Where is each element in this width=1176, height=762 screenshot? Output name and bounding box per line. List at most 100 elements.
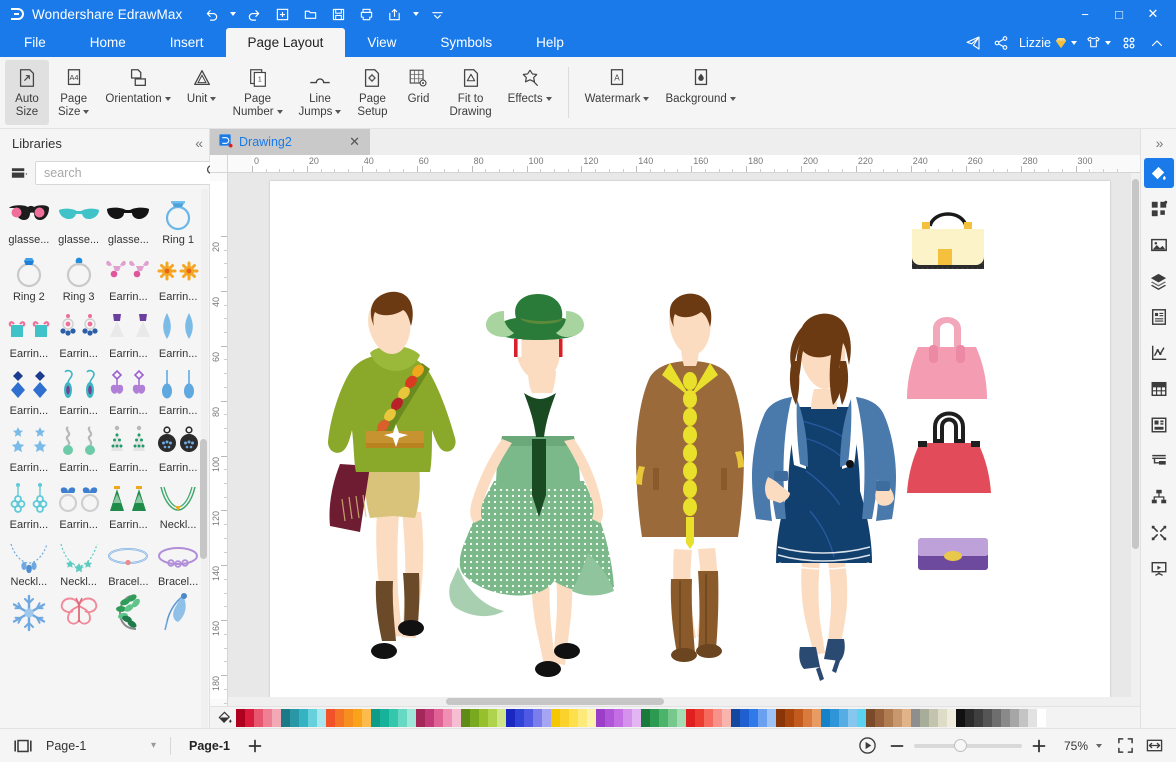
fill-style-icon[interactable] bbox=[1144, 158, 1174, 188]
presentation-panel-icon[interactable] bbox=[1144, 554, 1174, 584]
page-tab-page-1[interactable]: Page-1 bbox=[181, 736, 238, 756]
export-share-icon[interactable] bbox=[381, 2, 407, 26]
color-swatch[interactable] bbox=[992, 709, 1001, 727]
close-button[interactable]: ✕ bbox=[1136, 0, 1170, 28]
table-panel-icon[interactable] bbox=[1144, 374, 1174, 404]
canvas-area[interactable] bbox=[228, 173, 1140, 706]
ribbon-page-number[interactable]: 1 Page Number bbox=[226, 60, 290, 125]
color-swatch[interactable] bbox=[551, 709, 560, 727]
image-panel-icon[interactable] bbox=[1144, 230, 1174, 260]
page-select-dropdown[interactable]: Page-1 ▾ bbox=[42, 736, 160, 756]
list-item[interactable]: Earrin... bbox=[4, 419, 54, 476]
color-swatch[interactable] bbox=[740, 709, 749, 727]
color-swatch[interactable] bbox=[398, 709, 407, 727]
list-item[interactable]: Earrin... bbox=[104, 248, 154, 305]
color-swatch[interactable] bbox=[659, 709, 668, 727]
list-item[interactable]: Bracel... bbox=[153, 533, 203, 590]
collapse-left-panel-icon[interactable]: « bbox=[195, 135, 201, 151]
color-swatch[interactable] bbox=[578, 709, 587, 727]
color-swatch[interactable] bbox=[533, 709, 542, 727]
list-item[interactable]: Ring 2 bbox=[4, 248, 54, 305]
minimize-button[interactable]: − bbox=[1068, 0, 1102, 28]
color-swatch[interactable] bbox=[461, 709, 470, 727]
tab-file[interactable]: File bbox=[2, 28, 68, 57]
color-swatch[interactable] bbox=[965, 709, 974, 727]
color-swatch[interactable] bbox=[614, 709, 623, 727]
color-swatch[interactable] bbox=[713, 709, 722, 727]
color-swatch[interactable] bbox=[821, 709, 830, 727]
ribbon-page-setup[interactable]: Page Setup bbox=[350, 60, 394, 125]
fit-page-icon[interactable] bbox=[1114, 734, 1137, 757]
color-swatch[interactable] bbox=[623, 709, 632, 727]
list-item[interactable]: Ring 3 bbox=[54, 248, 104, 305]
undo-icon[interactable] bbox=[198, 2, 224, 26]
figure-brown-coat[interactable] bbox=[636, 294, 744, 662]
color-swatch[interactable] bbox=[317, 709, 326, 727]
ribbon-unit[interactable]: Unit bbox=[180, 60, 224, 125]
color-swatch[interactable] bbox=[875, 709, 884, 727]
handbag-red[interactable] bbox=[907, 414, 991, 494]
color-swatch[interactable] bbox=[326, 709, 335, 727]
color-swatch[interactable] bbox=[902, 709, 911, 727]
list-item[interactable] bbox=[54, 590, 104, 635]
tab-help[interactable]: Help bbox=[514, 28, 586, 57]
color-swatch[interactable] bbox=[272, 709, 281, 727]
export-caret-icon[interactable] bbox=[409, 2, 422, 26]
ruler-corner[interactable] bbox=[210, 155, 228, 173]
color-swatch[interactable] bbox=[587, 709, 596, 727]
library-category-icon[interactable] bbox=[8, 163, 31, 183]
horizontal-ruler[interactable]: 0204060801001201401601802002202402602803… bbox=[228, 155, 1140, 173]
color-swatch[interactable] bbox=[641, 709, 650, 727]
color-swatch[interactable] bbox=[947, 709, 956, 727]
color-swatch[interactable] bbox=[956, 709, 965, 727]
color-swatch[interactable] bbox=[308, 709, 317, 727]
zoom-level-value[interactable]: 75% bbox=[1056, 739, 1088, 753]
canvas-vertical-scrollbar[interactable] bbox=[1131, 173, 1140, 706]
paint-bucket-icon[interactable] bbox=[212, 707, 236, 729]
color-swatch[interactable] bbox=[848, 709, 857, 727]
color-swatch[interactable] bbox=[857, 709, 866, 727]
color-swatch[interactable] bbox=[686, 709, 695, 727]
tab-view[interactable]: View bbox=[345, 28, 418, 57]
list-item[interactable]: Earrin... bbox=[54, 476, 104, 533]
color-swatch[interactable] bbox=[1010, 709, 1019, 727]
color-swatch[interactable] bbox=[434, 709, 443, 727]
maximize-button[interactable]: □ bbox=[1102, 0, 1136, 28]
notes-panel-icon[interactable] bbox=[1144, 302, 1174, 332]
list-item[interactable]: Neckl... bbox=[54, 533, 104, 590]
print-icon[interactable] bbox=[353, 2, 379, 26]
color-swatch[interactable] bbox=[983, 709, 992, 727]
color-swatches[interactable] bbox=[236, 709, 1140, 727]
color-swatch[interactable] bbox=[506, 709, 515, 727]
color-swatch[interactable] bbox=[524, 709, 533, 727]
color-swatch[interactable] bbox=[758, 709, 767, 727]
color-swatch[interactable] bbox=[425, 709, 434, 727]
list-item[interactable]: Earrin... bbox=[104, 305, 154, 362]
color-swatch[interactable] bbox=[344, 709, 353, 727]
list-item[interactable]: Earrin... bbox=[153, 419, 203, 476]
color-swatch[interactable] bbox=[911, 709, 920, 727]
color-swatch[interactable] bbox=[929, 709, 938, 727]
list-item[interactable]: Neckl... bbox=[153, 476, 203, 533]
list-item[interactable]: Earrin... bbox=[54, 362, 104, 419]
color-swatch[interactable] bbox=[488, 709, 497, 727]
color-swatch[interactable] bbox=[767, 709, 776, 727]
outline-panel-icon[interactable] bbox=[1144, 446, 1174, 476]
color-swatch[interactable] bbox=[263, 709, 272, 727]
list-item[interactable]: Earrin... bbox=[54, 419, 104, 476]
color-swatch[interactable] bbox=[542, 709, 551, 727]
color-swatch[interactable] bbox=[290, 709, 299, 727]
zoom-slider[interactable] bbox=[914, 739, 1022, 753]
canvas-horizontal-scrollbar[interactable] bbox=[228, 697, 1140, 706]
color-swatch[interactable] bbox=[1037, 709, 1046, 727]
color-swatch[interactable] bbox=[254, 709, 263, 727]
user-account[interactable]: Lizzie bbox=[1016, 30, 1080, 56]
canvas-hscroll-thumb[interactable] bbox=[446, 698, 664, 705]
color-swatch[interactable] bbox=[569, 709, 578, 727]
org-chart-panel-icon[interactable] bbox=[1144, 482, 1174, 512]
color-swatch[interactable] bbox=[920, 709, 929, 727]
theme-skin-icon[interactable] bbox=[1082, 30, 1114, 56]
color-swatch[interactable] bbox=[749, 709, 758, 727]
list-item[interactable]: glasse... bbox=[4, 191, 54, 248]
add-page-button[interactable] bbox=[244, 735, 266, 757]
